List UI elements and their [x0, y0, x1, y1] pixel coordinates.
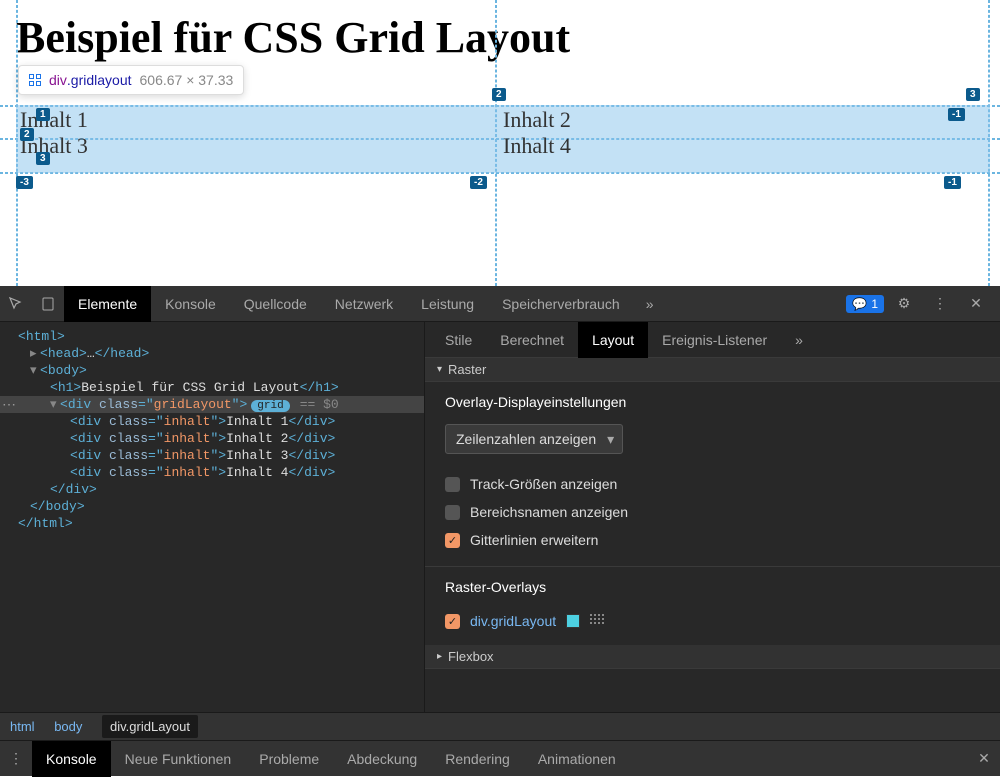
kebab-icon[interactable]: ⋮: [924, 286, 956, 322]
line-number: 3: [36, 152, 50, 165]
line-number: -2: [470, 176, 487, 189]
section-raster[interactable]: ▾Raster: [425, 358, 1000, 382]
inspect-icon[interactable]: [0, 286, 32, 322]
tab-performance[interactable]: Leistung: [407, 286, 488, 322]
tab-memory[interactable]: Speicherverbrauch: [488, 286, 634, 322]
overlay-checkbox[interactable]: ✓: [445, 614, 460, 629]
devtools-tabbar: Elemente Konsole Quellcode Netzwerk Leis…: [0, 286, 1000, 322]
styles-panel: Stile Berechnet Layout Ereignis-Listener…: [425, 322, 1000, 712]
devtools: Elemente Konsole Quellcode Netzwerk Leis…: [0, 286, 1000, 776]
tab-layout[interactable]: Layout: [578, 322, 648, 358]
line-number: -3: [16, 176, 33, 189]
drawer-tab-newfn[interactable]: Neue Funktionen: [111, 741, 246, 777]
chk-track-sizes[interactable]: Track-Größen anzeigen: [445, 470, 980, 498]
chk-extend-lines[interactable]: ✓Gitterlinien erweitern: [445, 526, 980, 554]
more-tabs-icon[interactable]: »: [781, 322, 817, 358]
grid-cell: Inhalt 4: [503, 133, 986, 159]
page-viewport: Beispiel für CSS Grid Layout div.gridlay…: [0, 0, 1000, 286]
dom-tree[interactable]: <html> ▸<head>…</head> ▾<body> <h1>Beisp…: [0, 322, 425, 712]
close-icon[interactable]: ✕: [968, 741, 1000, 777]
grid-cell: Inhalt 2: [503, 107, 986, 133]
breadcrumb-body[interactable]: body: [54, 719, 82, 734]
gear-icon[interactable]: ⚙: [888, 286, 920, 322]
overlay-options-icon[interactable]: [590, 614, 606, 628]
grid-cell: Inhalt 1: [20, 107, 503, 133]
kebab-icon[interactable]: ⋮: [0, 741, 32, 777]
tab-berechnet[interactable]: Berechnet: [486, 322, 578, 358]
line-number: 1: [36, 108, 50, 121]
breadcrumb: html body div.gridLayout: [0, 712, 1000, 740]
drawer-tab-rendering[interactable]: Rendering: [431, 741, 524, 777]
overlay-element-link[interactable]: div.gridLayout: [470, 613, 556, 629]
line-number: 3: [966, 88, 980, 101]
page-title: Beispiel für CSS Grid Layout: [16, 12, 984, 63]
tab-sources[interactable]: Quellcode: [230, 286, 321, 322]
drawer-tab-problems[interactable]: Probleme: [245, 741, 333, 777]
selected-node[interactable]: ▾<div class="gridLayout">grid== $0: [0, 396, 424, 413]
tab-console[interactable]: Konsole: [151, 286, 230, 322]
breadcrumb-div[interactable]: div.gridLayout: [102, 715, 198, 738]
section-flexbox[interactable]: ▸Flexbox: [425, 645, 1000, 669]
drawer-tab-animations[interactable]: Animationen: [524, 741, 630, 777]
tab-network[interactable]: Netzwerk: [321, 286, 407, 322]
line-number: -1: [948, 108, 965, 121]
element-tooltip: div.gridlayout 606.67 × 37.33: [18, 65, 244, 95]
more-tabs-icon[interactable]: »: [634, 286, 666, 322]
overlay-settings-header: Overlay-Displayeinstellungen: [445, 394, 980, 410]
issues-badge[interactable]: 💬 1: [846, 295, 884, 313]
line-number: 2: [20, 128, 34, 141]
tab-ereignis[interactable]: Ereignis-Listener: [648, 322, 781, 358]
line-number: 2: [492, 88, 506, 101]
grid-overlay: Inhalt 1 Inhalt 2 Inhalt 3 Inhalt 4: [16, 105, 990, 173]
breadcrumb-html[interactable]: html: [10, 719, 35, 734]
raster-overlays-header: Raster-Overlays: [445, 579, 980, 595]
drawer-tab-console[interactable]: Konsole: [32, 741, 111, 777]
grid-icon: [29, 74, 41, 86]
overlay-color-swatch[interactable]: [566, 614, 580, 628]
close-icon[interactable]: ✕: [960, 286, 992, 322]
device-icon[interactable]: [32, 286, 64, 322]
tab-stile[interactable]: Stile: [431, 322, 486, 358]
line-numbers-select[interactable]: Zeilenzahlen anzeigen: [445, 424, 623, 454]
tab-elements[interactable]: Elemente: [64, 286, 151, 322]
chk-area-names[interactable]: Bereichsnamen anzeigen: [445, 498, 980, 526]
drawer-tabs: ⋮ Konsole Neue Funktionen Probleme Abdec…: [0, 740, 1000, 776]
grid-cell: Inhalt 3: [20, 133, 503, 159]
grid-badge[interactable]: grid: [251, 400, 289, 412]
line-number: -1: [944, 176, 961, 189]
drawer-tab-coverage[interactable]: Abdeckung: [333, 741, 431, 777]
